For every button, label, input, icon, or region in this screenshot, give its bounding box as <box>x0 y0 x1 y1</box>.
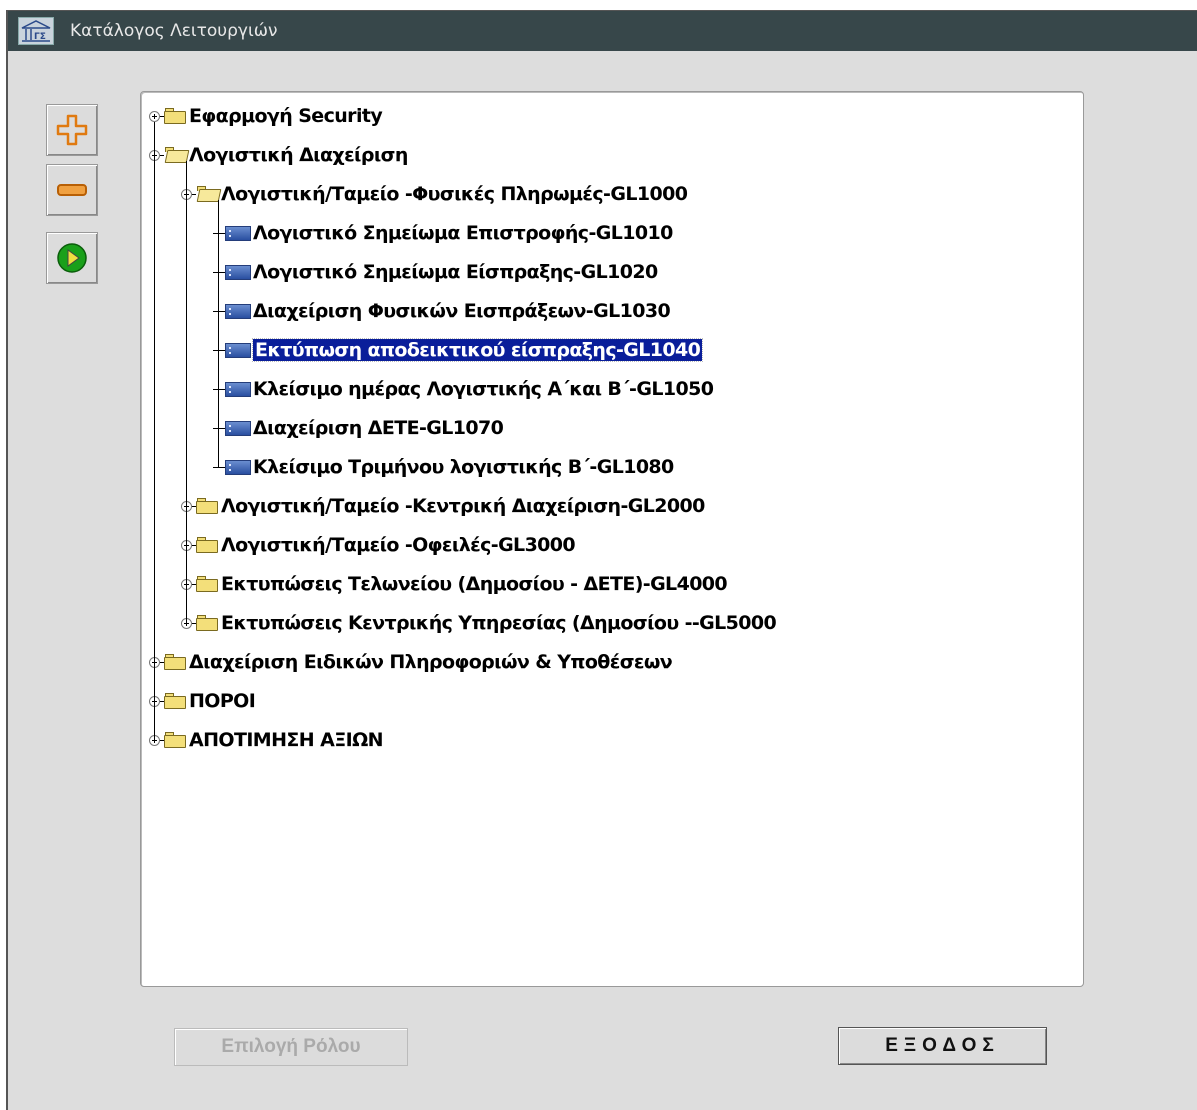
tree-connector <box>186 161 187 623</box>
tree-node-label: Κλείσιμο ημέρας Λογιστικής Α΄και Β΄-GL10… <box>253 378 714 400</box>
tree-node-label: Εφαρμογή Security <box>189 105 383 127</box>
tree-leaf-node[interactable]: Λογιστικό Σημείωμα Είσπραξης-GL1020 <box>213 259 658 285</box>
tree-node-label: Διαχείριση Φυσικών Εισπράξεων-GL1030 <box>253 300 671 322</box>
title-bar: ΓΣ Κατάλογος Λειτουργιών <box>8 11 1197 51</box>
tree-connector <box>213 466 225 468</box>
open-folder-icon <box>164 147 190 163</box>
form-icon <box>225 224 251 242</box>
tree-connector <box>154 122 155 740</box>
folder-icon <box>196 537 218 553</box>
folder-icon <box>164 654 186 670</box>
tree-node-label: Διαχείριση ΔΕΤΕ-GL1070 <box>253 417 504 439</box>
tree-node-label: Κλείσιμο Τριμήνου λογιστικής Β΄-GL1080 <box>253 456 674 478</box>
app-logo-icon: ΓΣ <box>18 17 54 45</box>
tree-leaf-node[interactable]: Εκτύπωση αποδεικτικού είσπραξης-GL1040 <box>213 337 704 363</box>
tree-node-label: Λογιστικό Σημείωμα Είσπραξης-GL1020 <box>253 261 658 283</box>
folder-icon <box>196 615 218 631</box>
tree-folder-node[interactable]: Εκτυπώσεις Κεντρικής Υπηρεσίας (Δημοσίου… <box>181 610 777 636</box>
function-tree: Εφαρμογή Security Λογιστική Διαχείριση Λογ… <box>140 91 1084 987</box>
tree-folder-node[interactable]: Λογιστική Διαχείριση <box>149 142 408 168</box>
open-folder-icon <box>196 186 222 202</box>
plus-icon <box>56 114 88 146</box>
tree-node-label: Εκτυπώσεις Κεντρικής Υπηρεσίας (Δημοσίου… <box>221 612 777 634</box>
form-icon <box>225 380 251 398</box>
tree-node-label: Λογιστική/Ταμείο -Φυσικές Πληρωμές-GL100… <box>221 183 688 205</box>
svg-text:ΓΣ: ΓΣ <box>34 32 46 42</box>
folder-icon <box>196 498 218 514</box>
tree-leaf-node[interactable]: Διαχείριση Φυσικών Εισπράξεων-GL1030 <box>213 298 671 324</box>
tree-connector <box>213 271 225 273</box>
tree-connector <box>213 232 225 234</box>
expand-node-icon[interactable] <box>149 110 160 122</box>
tree-node-label: Λογιστική/Ταμείο -Οφειλές-GL3000 <box>221 534 576 556</box>
minus-icon <box>57 184 87 196</box>
tree-folder-node[interactable]: ΑΠΟΤΙΜΗΣΗ ΑΞΙΩΝ <box>149 727 384 753</box>
tree-node-label: Λογιστική Διαχείριση <box>189 144 408 166</box>
tree-node-label: ΠΟΡΟΙ <box>189 690 256 712</box>
folder-icon <box>164 108 186 124</box>
tree-connector <box>213 427 225 429</box>
tree-node-label: ΑΠΟΤΙΜΗΣΗ ΑΞΙΩΝ <box>189 729 384 751</box>
tree-folder-node[interactable]: ΠΟΡΟΙ <box>149 688 256 714</box>
form-icon <box>225 302 251 320</box>
collapse-button[interactable] <box>46 164 98 216</box>
tree-connector <box>213 388 225 390</box>
tree-node-label: Εκτύπωση αποδεικτικού είσπραξης-GL1040 <box>251 338 704 362</box>
tree-leaf-node[interactable]: Κλείσιμο ημέρας Λογιστικής Α΄και Β΄-GL10… <box>213 376 714 402</box>
tree-leaf-node[interactable]: Κλείσιμο Τριμήνου λογιστικής Β΄-GL1080 <box>213 454 674 480</box>
tree-folder-node[interactable]: Λογιστική/Ταμείο -Φυσικές Πληρωμές-GL100… <box>181 181 688 207</box>
exit-button[interactable]: ΕΞΟΔΟΣ <box>838 1027 1047 1065</box>
tree-node-label: Λογιστική/Ταμείο -Κεντρική Διαχείριση-GL… <box>221 495 705 517</box>
tree-node-label: Διαχείριση Ειδικών Πληροφοριών & Υποθέσε… <box>189 651 673 673</box>
play-icon <box>57 243 87 273</box>
form-icon <box>225 419 251 437</box>
folder-icon <box>164 732 186 748</box>
tree-connector <box>213 310 225 312</box>
tree-leaf-node[interactable]: Λογιστικό Σημείωμα Επιστροφής-GL1010 <box>213 220 673 246</box>
tree-folder-node[interactable]: Λογιστική/Ταμείο -Κεντρική Διαχείριση-GL… <box>181 493 705 519</box>
role-select-button[interactable]: Επιλογή Ρόλου <box>174 1028 408 1066</box>
window-title: Κατάλογος Λειτουργιών <box>70 21 278 41</box>
folder-icon <box>164 693 186 709</box>
tree-folder-node[interactable]: Εκτυπώσεις Τελωνείου (Δημοσίου - ΔΕΤΕ)-G… <box>181 571 728 597</box>
tree-folder-node[interactable]: Λογιστική/Ταμείο -Οφειλές-GL3000 <box>181 532 576 558</box>
expand-button[interactable] <box>46 104 98 156</box>
tree-folder-node[interactable]: Εφαρμογή Security <box>149 103 383 129</box>
tree-leaf-node[interactable]: Διαχείριση ΔΕΤΕ-GL1070 <box>213 415 504 441</box>
tree-folder-node[interactable]: Διαχείριση Ειδικών Πληροφοριών & Υποθέσε… <box>149 649 673 675</box>
form-icon <box>225 341 251 359</box>
tree-node-label: Λογιστικό Σημείωμα Επιστροφής-GL1010 <box>253 222 673 244</box>
form-icon <box>225 263 251 281</box>
folder-icon <box>196 576 218 592</box>
tree-connector <box>213 349 225 351</box>
run-button[interactable] <box>46 232 98 284</box>
tree-node-label: Εκτυπώσεις Τελωνείου (Δημοσίου - ΔΕΤΕ)-G… <box>221 573 728 595</box>
tree-connector <box>218 200 219 467</box>
form-icon <box>225 458 251 476</box>
